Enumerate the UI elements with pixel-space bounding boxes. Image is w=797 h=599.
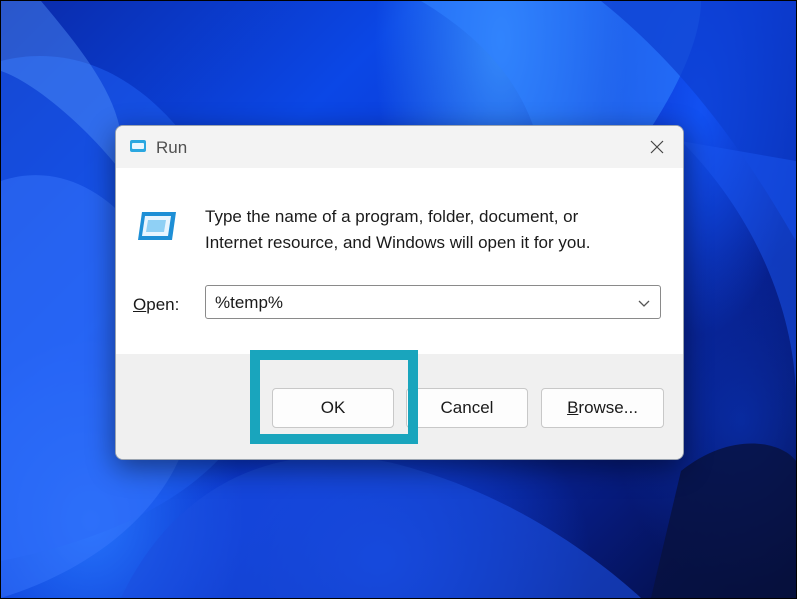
- run-icon: [128, 138, 148, 154]
- open-label-rest: pen:: [146, 295, 180, 314]
- run-icon: [136, 208, 180, 244]
- cancel-button[interactable]: Cancel: [406, 388, 528, 428]
- screenshot-frame: Run Type the name of a program, folder, …: [0, 0, 797, 599]
- run-dialog: Run Type the name of a program, folder, …: [115, 125, 684, 460]
- dropdown-button[interactable]: [636, 295, 652, 311]
- close-icon: [650, 140, 664, 154]
- dialog-title: Run: [156, 138, 188, 157]
- description-line-1: Type the name of a program, folder, docu…: [205, 207, 579, 226]
- open-label-mnemonic: O: [133, 295, 147, 314]
- browse-label-rest: rowse...: [578, 398, 638, 417]
- title-bar[interactable]: Run: [116, 126, 683, 168]
- dialog-content: Type the name of a program, folder, docu…: [116, 168, 683, 354]
- close-button[interactable]: [643, 134, 671, 160]
- open-label: Open:: [133, 295, 179, 315]
- ok-button[interactable]: OK: [272, 388, 394, 428]
- open-input[interactable]: %temp%: [215, 293, 283, 313]
- dialog-description: Type the name of a program, folder, docu…: [205, 204, 645, 256]
- chevron-down-icon: [638, 300, 650, 307]
- open-combobox[interactable]: %temp%: [205, 285, 661, 319]
- browse-mnemonic: B: [567, 398, 579, 417]
- dialog-footer: OK Cancel Browse...: [116, 354, 683, 459]
- description-line-2: Internet resource, and Windows will open…: [205, 233, 591, 252]
- browse-button[interactable]: Browse...: [541, 388, 664, 428]
